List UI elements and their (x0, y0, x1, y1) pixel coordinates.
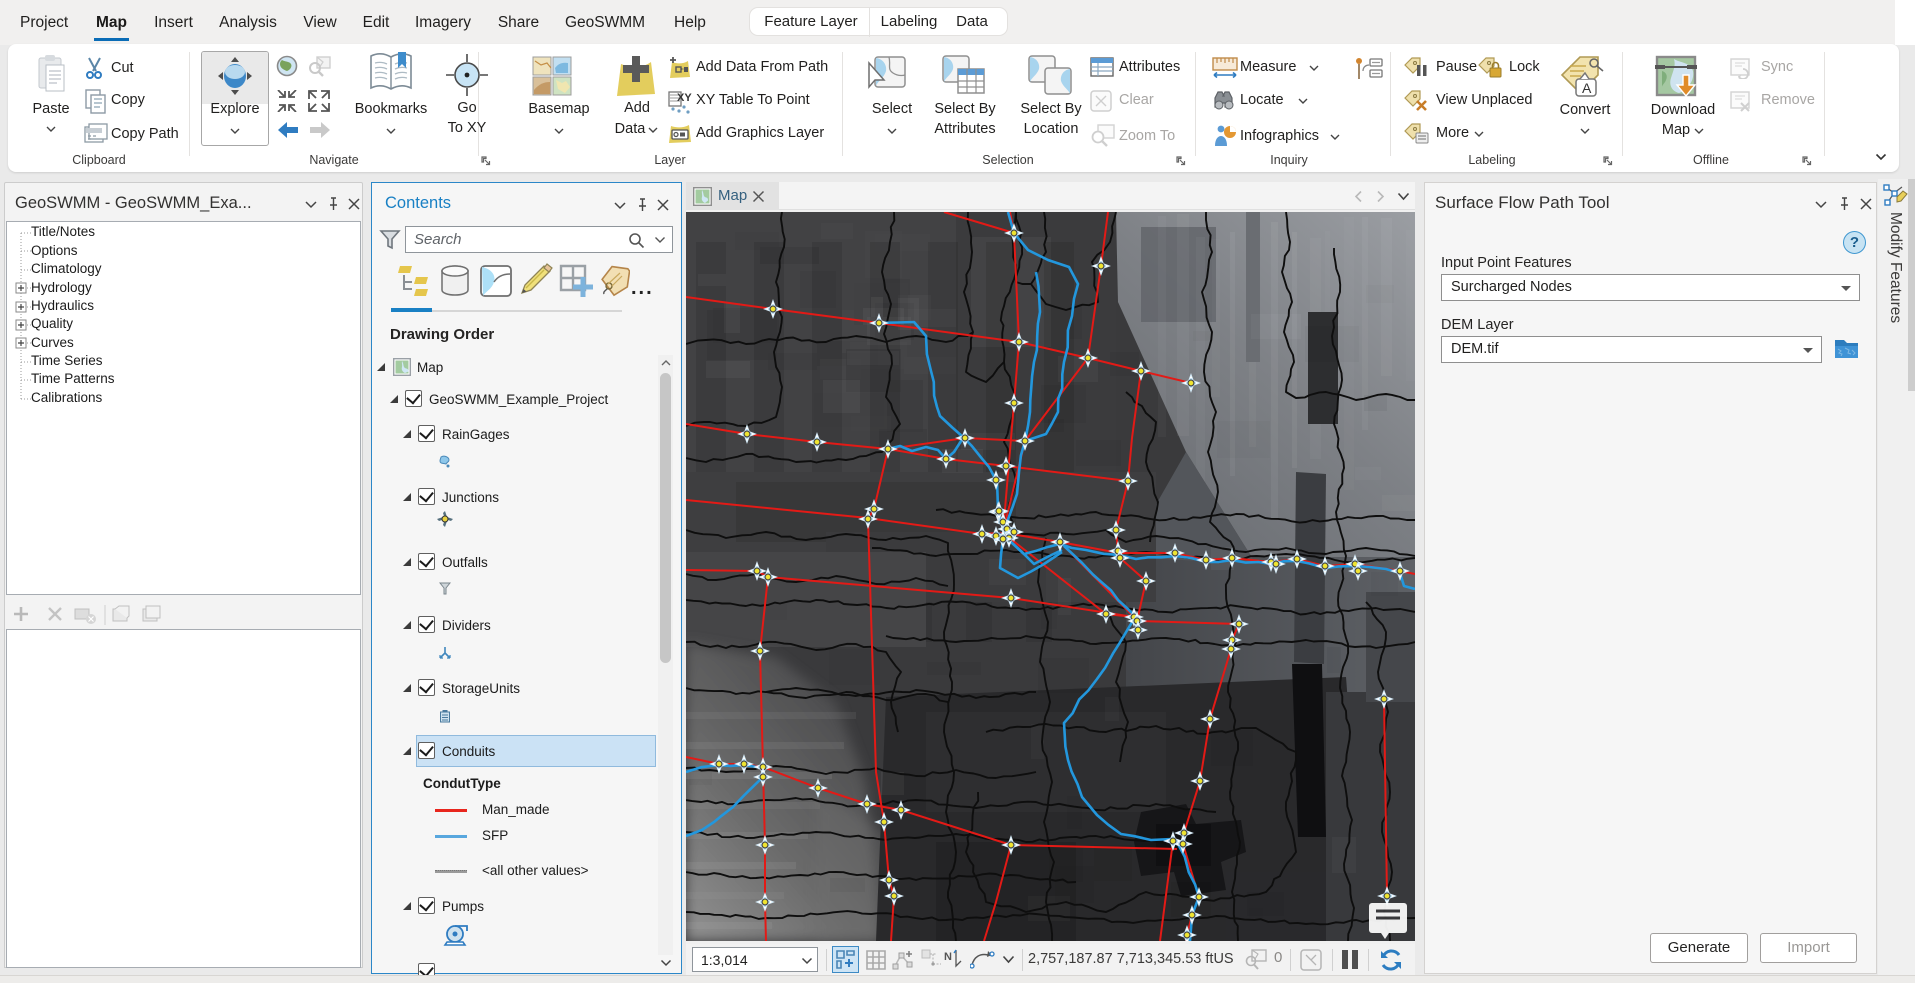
svg-text:N: N (944, 951, 952, 963)
svg-text:A: A (1582, 80, 1592, 96)
svg-text:XY: XY (677, 92, 692, 104)
